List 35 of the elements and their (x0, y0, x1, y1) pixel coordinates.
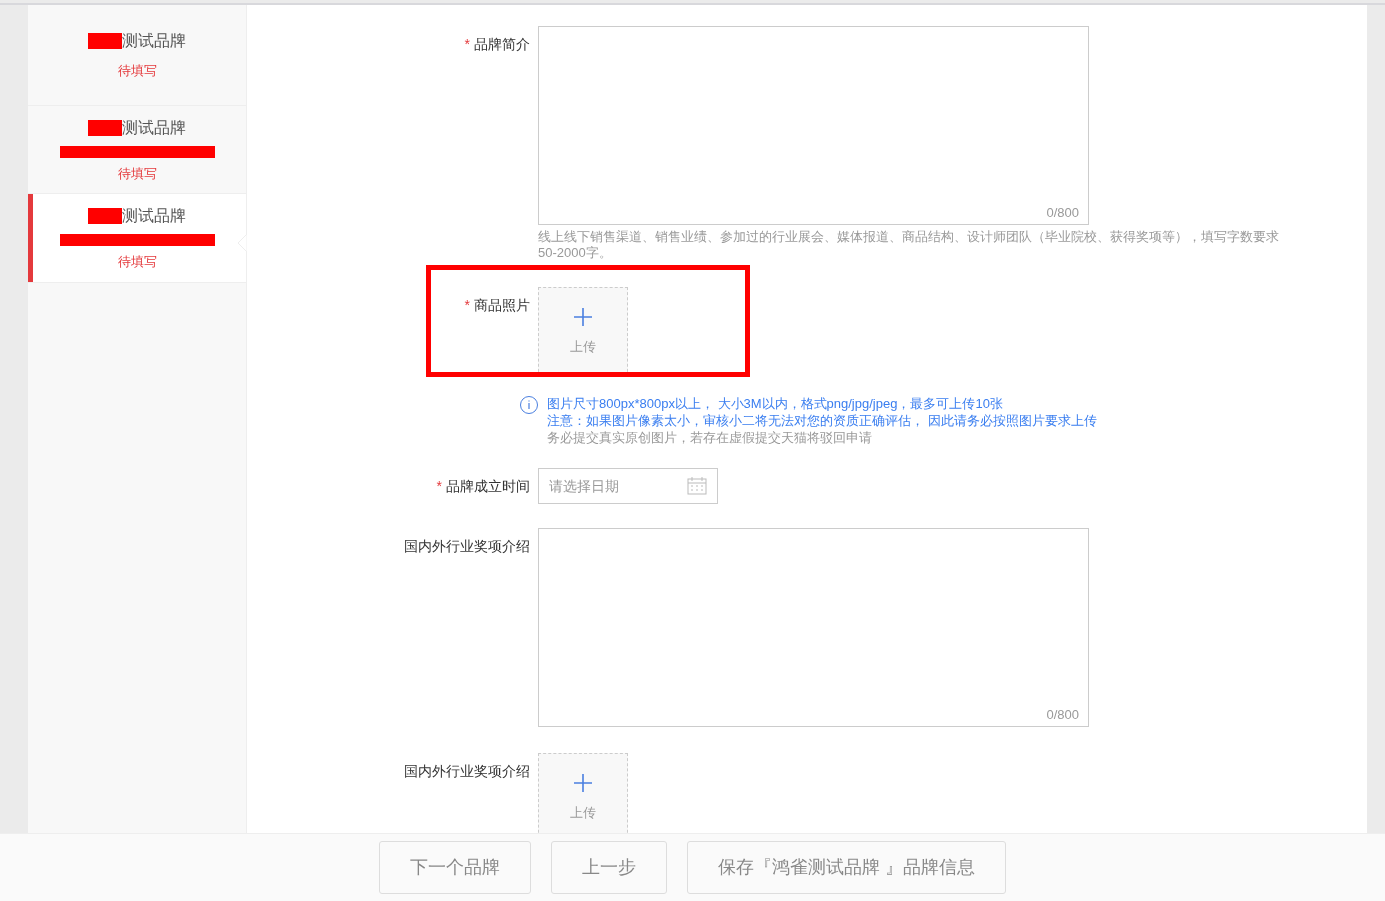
upload-button[interactable]: 上传 (538, 753, 628, 833)
redaction-mark (88, 119, 122, 136)
character-counter: 0/800 (1046, 203, 1079, 222)
status-text: 待填写 (117, 164, 157, 183)
redaction-mark (88, 208, 122, 224)
upload-note: 注意：如果图片像素太小，审核小二将无法对您的资质正确评估， 因此请务必按照图片要求上传 (547, 412, 1097, 429)
calendar-icon (687, 477, 707, 495)
brand-name: 测试品牌 (122, 31, 186, 51)
brand-name: 测试品牌 (122, 117, 186, 138)
character-counter: 0/800 (1046, 705, 1079, 724)
next-button[interactable]: 下一个品牌 (379, 841, 531, 894)
field-label: 品牌成立时间 (446, 477, 530, 496)
text-area[interactable]: 0/800 (538, 26, 1089, 225)
field-label: 商品照片 (474, 296, 530, 315)
status-text: 待填写 (117, 62, 157, 80)
field-label: 国内外行业奖项介绍 (404, 537, 530, 556)
brand-name: 测试品牌 (122, 206, 186, 226)
required-asterisk: * (436, 477, 442, 496)
field-label: 国内外行业奖项介绍 (404, 762, 530, 781)
status-text: 待填写 (117, 253, 157, 271)
upload-warning: 务必提交真实原创图片，若存在虚假提交天猫将驳回申请 (547, 429, 873, 446)
date-field[interactable]: 请选择日期 (538, 468, 718, 504)
upload-note: 图片尺寸800px*800px以上， 大小3M以内，格式png/jpg/jpeg，最多可上传10张 (547, 395, 1004, 412)
required-asterisk: * (464, 296, 470, 315)
redaction-mark (88, 33, 122, 49)
field-hint: 线上线下销售渠道、销售业绩、参加过的行业展会、媒体报道、商品结构、设计师团队（毕业院校、获得奖项等），填写字数要求50-2000字。 (538, 229, 1280, 261)
plus-icon (573, 307, 593, 328)
text-area[interactable]: 0/800 (538, 528, 1089, 727)
previous-button[interactable]: 上一步 (551, 841, 667, 894)
plus-icon (573, 773, 593, 794)
save-button[interactable]: 保存『鸿雀测试品牌 』品牌信息 (687, 841, 1006, 894)
required-asterisk: * (464, 35, 470, 54)
field-label: 品牌简介 (474, 35, 530, 54)
info-icon (519, 395, 539, 415)
sidebar-item[interactable]: 测试品牌 待填写 (28, 194, 246, 283)
